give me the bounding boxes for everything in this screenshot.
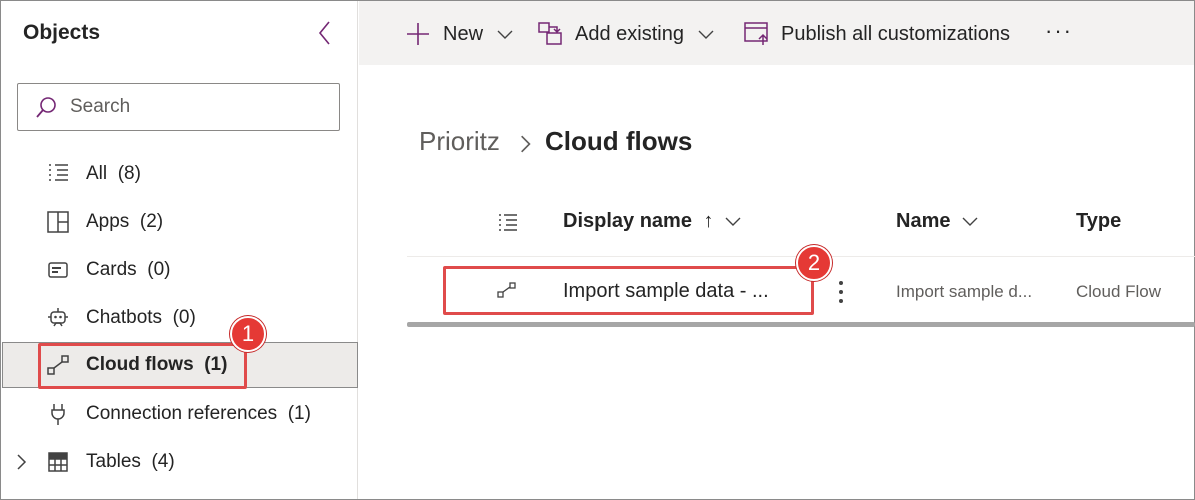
column-options-icon[interactable] [497, 212, 519, 234]
breadcrumb: Prioritz [419, 126, 500, 157]
column-header-name[interactable]: Name [896, 210, 978, 233]
cell-type: Cloud Flow [1076, 282, 1162, 301]
callout-marker-2: 2 [796, 245, 832, 281]
sidebar-item-all[interactable]: All (8) [2, 151, 358, 197]
chevron-left-icon [318, 21, 330, 45]
new-button[interactable]: New [405, 18, 513, 50]
card-icon [48, 262, 68, 278]
sidebar-item-label: Cloud flows (1) [86, 354, 228, 375]
breadcrumb-separator-icon [521, 135, 531, 153]
publish-label: Publish all customizations [781, 22, 1010, 45]
page-title: Cloud flows [545, 126, 693, 156]
publish-all-button[interactable]: Publish all customizations [743, 18, 1010, 50]
table-icon [48, 452, 68, 472]
command-bar: New Add existing Publish all customizati… [359, 1, 1194, 65]
breadcrumb-parent[interactable]: Prioritz [419, 126, 500, 156]
sidebar-item-label: Tables (4) [86, 451, 175, 472]
chevron-down-icon [497, 30, 513, 39]
flow-icon [47, 355, 69, 375]
sidebar-item-cloud-flows[interactable]: Cloud flows (1) [2, 342, 358, 388]
sidebar-item-connection-references[interactable]: Connection references (1) [2, 391, 358, 437]
list-icon [49, 164, 68, 181]
sidebar-title: Objects [23, 21, 101, 44]
sidebar-item-cards[interactable]: Cards (0) [2, 247, 358, 293]
objects-sidebar: Objects All (8) Apps (2) Cards (0) [1, 1, 358, 499]
search-icon [36, 97, 56, 118]
sidebar-item-label: Cards (0) [86, 259, 171, 280]
row-more-options-icon[interactable] [837, 279, 845, 305]
flow-icon [497, 282, 516, 298]
sidebar-item-label: All (8) [86, 163, 141, 184]
search-input[interactable] [70, 94, 330, 120]
sidebar-item-tables[interactable]: Tables (4) [2, 439, 358, 485]
chevron-down-icon [698, 30, 714, 39]
bot-icon [48, 308, 68, 327]
add-existing-label: Add existing [575, 22, 684, 45]
apps-icon [47, 211, 69, 233]
sidebar-item-apps[interactable]: Apps (2) [2, 199, 358, 245]
add-existing-button[interactable]: Add existing [537, 18, 714, 50]
more-commands-button[interactable]: ··· [1045, 15, 1073, 47]
column-header-display-name[interactable]: Display name ↑ [563, 210, 741, 233]
sidebar-item-label: Chatbots (0) [86, 307, 196, 328]
sort-ascending-icon: ↑ [703, 210, 714, 232]
search-box[interactable] [17, 83, 340, 131]
column-header-label: Display name [563, 210, 692, 232]
sidebar-item-chatbots[interactable]: Chatbots (0) [2, 295, 358, 341]
collapse-sidebar-button[interactable] [313, 19, 337, 47]
column-header-label: Name [896, 210, 951, 232]
cell-name: Import sample d... [896, 282, 1033, 301]
breadcrumb-current-wrap: Cloud flows [545, 126, 692, 157]
row-scrollbar[interactable] [407, 322, 1195, 327]
add-existing-icon [538, 22, 562, 45]
chevron-down-icon [725, 217, 741, 226]
chevron-down-icon [962, 217, 978, 226]
new-button-label: New [443, 22, 484, 45]
sidebar-item-label: Apps (2) [86, 211, 164, 232]
plus-icon [407, 23, 429, 45]
column-header-type[interactable]: Type [1076, 210, 1121, 233]
plug-icon [51, 404, 65, 425]
chevron-right-icon[interactable] [14, 451, 30, 473]
cell-display-name[interactable]: Import sample data - ... [563, 280, 769, 303]
sidebar-item-label: Connection references (1) [86, 403, 311, 424]
callout-marker-1: 1 [230, 316, 266, 352]
publish-icon [744, 22, 768, 45]
